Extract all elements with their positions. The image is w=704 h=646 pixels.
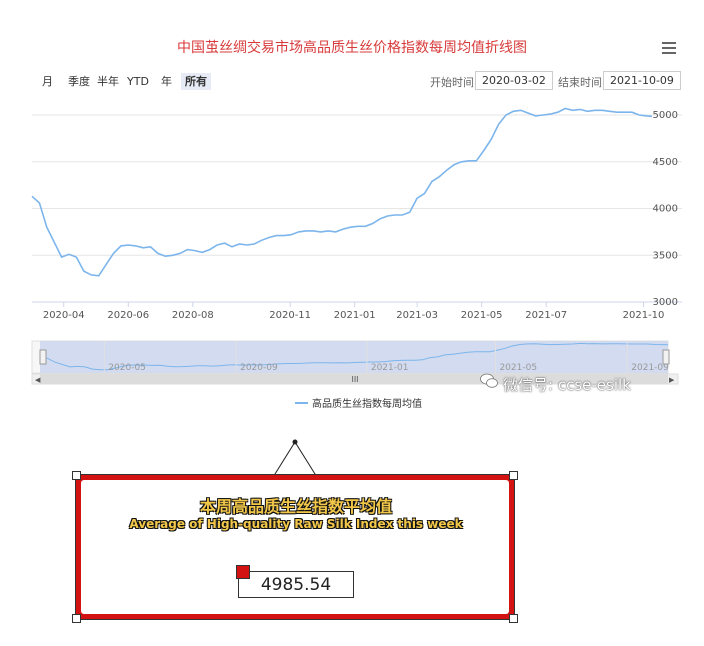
scroll-right-arrow-icon[interactable]: ▶ bbox=[669, 376, 675, 384]
weekly-average-value: 4985.54 bbox=[238, 571, 354, 598]
navigator-tick-label: 2021-01 bbox=[371, 363, 409, 373]
navigator-right-handle[interactable] bbox=[662, 349, 670, 365]
navigator-tick-label: 2020-05 bbox=[108, 363, 146, 373]
chart-card: 中国茧丝绸交易市场高品质生丝价格指数每周均值折线图 月 季度 半年 YTD 年 … bbox=[22, 25, 682, 413]
y-tick-label: 4000 bbox=[653, 204, 678, 215]
navigator-tick-label: 2021-05 bbox=[499, 363, 537, 373]
x-axis-ticks: 2020-04 2020-06 2020-08 2020-11 2021-01 2021-… bbox=[43, 302, 665, 321]
grid-lines bbox=[32, 114, 682, 303]
x-tick-label: 2020-06 bbox=[107, 310, 149, 321]
y-tick-label: 5000 bbox=[653, 110, 678, 121]
x-tick-label: 2021-07 bbox=[525, 310, 567, 321]
navigator-tick-label: 2021-09 bbox=[631, 363, 669, 373]
pointer-apex-dot bbox=[292, 439, 298, 445]
x-tick-label: 2021-03 bbox=[396, 310, 438, 321]
y-tick-label: 4500 bbox=[653, 157, 678, 168]
y-tick-label: 3500 bbox=[653, 250, 678, 261]
navigator-left-handle[interactable] bbox=[39, 349, 47, 365]
wechat-icon bbox=[480, 373, 498, 388]
callout-corner-bottom-left bbox=[72, 614, 81, 623]
callout-corner-top-left bbox=[72, 471, 81, 480]
callout-corner-top-right bbox=[509, 471, 518, 480]
callout-title-chinese: 本周高品质生丝指数平均值 bbox=[199, 497, 392, 516]
weekly-average-callout: 本周高品质生丝指数平均值 Average of High-quality Raw… bbox=[72, 471, 518, 623]
series-line-index bbox=[31, 107, 653, 277]
callout-title-english: Average of High-quality Raw Silk Index t… bbox=[129, 517, 463, 531]
x-tick-label: 2020-08 bbox=[172, 310, 214, 321]
legend[interactable]: 高品质生丝指数每周均值 bbox=[295, 397, 422, 410]
navigator-tick-label: 2020-09 bbox=[240, 363, 278, 373]
x-tick-label: 2021-05 bbox=[461, 310, 503, 321]
x-tick-label: 2021-01 bbox=[334, 310, 376, 321]
line-chart: 30003500400045005000 2020-04 2020-06 2020-… bbox=[31, 107, 682, 410]
scrollbar-grip-icon: III bbox=[351, 375, 358, 384]
x-tick-label: 2020-11 bbox=[269, 310, 311, 321]
legend-label[interactable]: 高品质生丝指数每周均值 bbox=[312, 397, 422, 410]
wechat-watermark: 微信号: ccse-esilk bbox=[503, 376, 631, 394]
x-tick-label: 2020-04 bbox=[43, 310, 85, 321]
x-tick-label: 2021-10 bbox=[623, 310, 665, 321]
scroll-left-arrow-icon[interactable]: ◀ bbox=[35, 376, 41, 384]
callout-corner-bottom-right bbox=[509, 614, 518, 623]
value-marker-square bbox=[236, 565, 250, 579]
y-tick-label: 3000 bbox=[653, 297, 678, 308]
y-axis-ticks: 3000 3500 4000 4500 5000 bbox=[653, 110, 678, 308]
